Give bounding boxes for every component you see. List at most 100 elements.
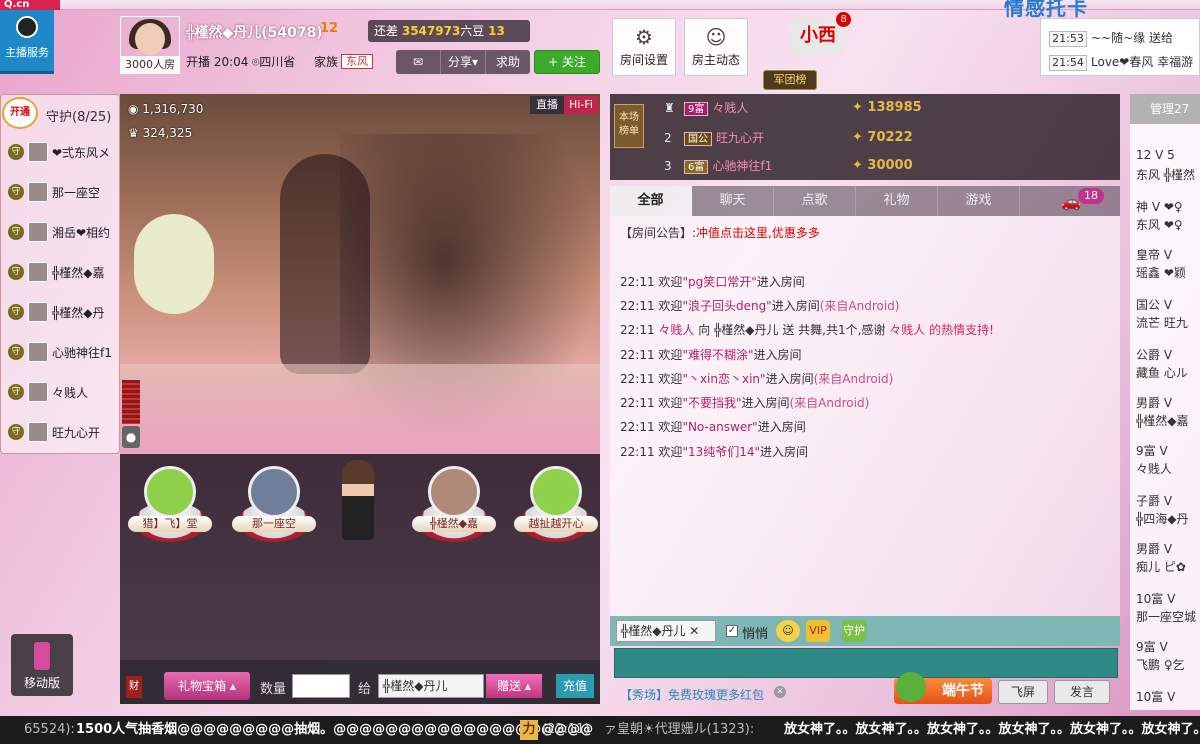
manager-item[interactable]: 男爵 V xyxy=(1136,540,1200,557)
manager-item[interactable]: ╬四海◆丹 xyxy=(1136,510,1200,527)
live-tag: 直播 xyxy=(530,96,564,114)
host-service-button[interactable]: 主播服务 xyxy=(0,10,54,74)
army-rank-button[interactable]: 军团榜 xyxy=(763,70,817,90)
avatar xyxy=(428,466,480,518)
manager-item[interactable]: 9富 V xyxy=(1136,638,1200,655)
manager-item[interactable]: 公爵 V xyxy=(1136,346,1200,363)
anchor-level-badge: 12 xyxy=(320,21,339,36)
fly-screen-button[interactable]: 飞屏 xyxy=(998,680,1048,704)
quantity-input[interactable] xyxy=(292,674,350,698)
header-button-group: ✉ 分享▾ 求助 xyxy=(396,50,530,74)
avatar-character xyxy=(342,460,374,540)
emoji-icon[interactable]: ☺ xyxy=(776,620,800,642)
tab-gifts[interactable]: 礼物 xyxy=(856,186,938,216)
guard-shield-icon: 守 xyxy=(8,384,24,400)
open-guard-button[interactable]: 开通 xyxy=(2,97,38,129)
tab-all[interactable]: 全部 xyxy=(610,186,692,216)
share-button[interactable]: 分享▾ xyxy=(441,50,486,74)
family-tag[interactable]: 东风 xyxy=(341,54,373,69)
promo-link[interactable]: 【秀场】免费玫瑰更多红包 xyxy=(620,686,764,703)
mobile-version-button[interactable]: 移动版 xyxy=(11,634,73,696)
guard-item[interactable]: 守旺九心开 xyxy=(4,414,116,450)
manager-item[interactable]: 藏鱼 心ル xyxy=(1136,364,1200,381)
site-logo[interactable]: Q.cn xyxy=(0,0,60,10)
tab-games[interactable]: 游戏 xyxy=(938,186,1020,216)
manager-item[interactable]: ╬槿然◆嘉 xyxy=(1136,412,1200,429)
seat[interactable]: 猎】飞】堂 xyxy=(126,462,214,552)
whisper-checkbox[interactable]: ✓ xyxy=(726,625,738,637)
guard-item[interactable]: 守 ╬槿然◆嘉 xyxy=(4,254,116,290)
ticker-item[interactable]: 21:53 ~~随~缘 送给 xyxy=(1049,29,1173,47)
manager-item[interactable]: 东风 ╬槿然 xyxy=(1136,166,1200,183)
vip-icon[interactable]: VIP xyxy=(806,620,830,642)
manager-item[interactable]: 男爵 V xyxy=(1136,394,1200,411)
owner-dynamic-button[interactable]: ☺ 房主动态 xyxy=(684,18,748,76)
guard-item[interactable]: 守々贱人 xyxy=(4,374,116,410)
manager-item[interactable]: 飞鹏 ♀乞 xyxy=(1136,656,1200,673)
fans-count: ♛ 324,325 xyxy=(128,126,193,140)
guard-item[interactable]: 守 ❤弍东风メ xyxy=(4,134,116,170)
microphone-icon[interactable]: ● xyxy=(122,426,140,448)
alien-avatar xyxy=(144,466,196,518)
rank-label[interactable]: 本场榜单 xyxy=(614,104,644,148)
guard-item[interactable]: 守 ╬槿然◆丹 xyxy=(4,294,116,330)
tab-chat[interactable]: 聊天 xyxy=(692,186,774,216)
room-notice[interactable]: 【房间公告】:冲值点击这里,优惠多多 xyxy=(620,224,820,241)
manager-item[interactable]: 国公 V xyxy=(1136,296,1200,313)
level-progress-box: 还差 3547973六豆 13 xyxy=(368,20,530,42)
help-button[interactable]: 求助 xyxy=(486,50,530,74)
seat[interactable]: ╬槿然◆嘉 xyxy=(410,462,498,552)
guard-shield-icon: 守 xyxy=(8,224,24,240)
start-time: 开播 20:04 xyxy=(186,55,249,69)
live-video[interactable] xyxy=(120,94,600,454)
manager-item[interactable]: 痴儿 ピ✿ xyxy=(1136,558,1200,575)
guard-item[interactable]: 守心驰神往f1 xyxy=(4,334,116,370)
manager-item[interactable]: 12 V 5 xyxy=(1136,148,1200,162)
ticker-item[interactable]: 21:54 Love❤春风 幸福游 xyxy=(1049,53,1193,71)
tab-songs[interactable]: 点歌 xyxy=(774,186,856,216)
seat[interactable]: 越扯越开心 xyxy=(512,462,600,552)
chat-input[interactable] xyxy=(614,648,1118,678)
manager-item[interactable]: 皇帝 V xyxy=(1136,246,1200,263)
guard-shield-icon: 守 xyxy=(8,144,24,160)
manager-item[interactable]: 流芒 旺九 xyxy=(1136,314,1200,331)
avatar xyxy=(28,182,48,202)
manager-item[interactable]: 那一座空城 xyxy=(1136,608,1200,625)
manager-item[interactable]: 10富 V xyxy=(1136,590,1200,607)
guard-item[interactable]: 守湘岳❤相约 xyxy=(4,214,116,250)
guard-item[interactable]: 守那一座空 xyxy=(4,174,116,210)
follow-button[interactable]: + 关注 xyxy=(534,50,600,74)
chat-message: 22:11 欢迎"难得不糊涂"进入房间 xyxy=(620,348,802,362)
manager-item[interactable]: 瑶鑫 ❤颖 xyxy=(1136,264,1200,281)
mail-button[interactable]: ✉ xyxy=(396,50,441,74)
car-badge: 18 xyxy=(1078,188,1104,204)
close-icon[interactable]: ✕ xyxy=(774,686,786,698)
chat-target-chip[interactable]: ╬槿然◆丹儿 ✕ xyxy=(616,620,716,642)
location-label: ⌾四川省 xyxy=(252,55,296,69)
manager-item[interactable]: 10富 V xyxy=(1136,688,1200,705)
manager-header[interactable]: 管理27 xyxy=(1130,94,1200,124)
avatar xyxy=(28,382,48,402)
chat-tabs: 全部 聊天 点歌 礼物 游戏 xyxy=(610,186,1120,216)
recharge-button[interactable]: 充值 xyxy=(556,674,594,698)
manager-item[interactable]: 々贱人 xyxy=(1136,460,1200,477)
gift-box-button[interactable]: 礼物宝箱 ▴ xyxy=(164,672,250,700)
room-settings-button[interactable]: ⚙ 房间设置 xyxy=(612,18,676,76)
rank-score: ✦ 70222 xyxy=(852,130,913,145)
recipient-select[interactable]: ╬槿然◆丹儿 xyxy=(378,674,484,698)
chat-message: 22:11 々贱人 向 ╬槿然◆丹儿 送 共舞,共1个,感谢 々贱人 的热情支持… xyxy=(620,323,994,337)
guard-emote-icon[interactable]: 守护 xyxy=(842,620,866,642)
manager-item[interactable]: 子爵 V xyxy=(1136,492,1200,509)
manager-item[interactable]: 东风 ❤♀ xyxy=(1136,216,1200,233)
manager-item[interactable]: 9富 V xyxy=(1136,442,1200,459)
quantity-label: 数量 xyxy=(260,682,287,697)
send-gift-button[interactable]: 赠送 ▴ xyxy=(486,674,542,698)
avatar xyxy=(28,262,48,282)
seat[interactable]: 那一座空 xyxy=(230,462,318,552)
guard-title: 守护(8/25) xyxy=(46,110,112,125)
manager-item[interactable]: 神 V ❤♀ xyxy=(1136,198,1200,215)
broadcast-marquee: 65524): 1500人气抽香烟@@@@@@@@@抽烟。@@@@@@@@@@@… xyxy=(0,716,1200,744)
send-message-button[interactable]: 发言 xyxy=(1054,680,1110,704)
guard-shield-icon: 守 xyxy=(8,184,24,200)
hifi-toggle[interactable]: Hi-Fi xyxy=(564,96,598,114)
